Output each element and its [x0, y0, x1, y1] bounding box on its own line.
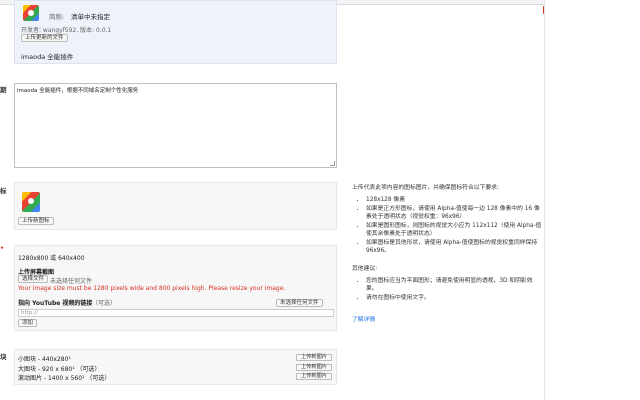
upload-marquee-button[interactable]: 上传新图片: [296, 373, 332, 380]
icon-help-intro: 上传代表此项内容的图标图片，并确保图标符合以下要求:: [352, 185, 499, 191]
tiles-side-label: 块: [0, 353, 7, 361]
tile-row-label: 小图块 - 440x280¹: [18, 356, 71, 363]
store-info-card: 简称: 清单中未指定 开发者: wangyf592, 版本: 0.0.1 上传更…: [14, 0, 337, 64]
list-item: 请勿在图标中使用文字。: [366, 294, 542, 302]
short-name-label: 简称:: [49, 13, 65, 21]
list-item: 如果是正方形图标，请使用 Alpha-值使每一边 128 像素中的 16 像素处…: [366, 205, 542, 221]
no-file-text: 未选择任何文件: [50, 278, 93, 285]
developer-info: 开发者: wangyf592, 版本: 0.0.1: [21, 27, 112, 34]
requirement-list: 128x128 像素 如果是正方形图标，请使用 Alpha-值使每一边 128 …: [352, 196, 542, 255]
upload-icon-button[interactable]: 上传新图标: [18, 217, 54, 225]
icon-side-label: 标: [0, 187, 7, 195]
summary-side-label: 期: [0, 86, 7, 94]
tile-row-label: 滚动图片 - 1400 x 560¹ （可选）: [18, 375, 111, 382]
youtube-label: 指向 YouTube 视频的链接: [18, 300, 93, 307]
add-video-button[interactable]: 添加: [18, 319, 38, 327]
summary-text: imaoda 全能插件，根据不同域名定制个性化服务: [17, 88, 139, 94]
right-blank-area: [544, 0, 640, 400]
upload-update-button[interactable]: 上传更新的文件: [21, 34, 68, 42]
list-item: 如果是圆形图标，则图标的视觉大小应为 112x112（使用 Alpha-值使其余…: [366, 222, 542, 238]
other-suggestions-title: 其他建议:: [352, 266, 378, 272]
suggestion-list: 您的图标应当为平面图形；请避免使用明显的透视、3D 和阴影效果。 请勿在图标中使…: [352, 277, 542, 302]
resize-grip-icon[interactable]: [330, 161, 335, 166]
extension-logo-icon: [23, 5, 39, 21]
youtube-optional: （可选）: [92, 300, 117, 307]
short-name-value: 清单中未指定: [71, 13, 110, 21]
tooltip-no-file: 未选择任何文件: [276, 299, 323, 307]
item-name: imaoda 全能插件: [21, 53, 74, 61]
size-error-message: Your image size must be 1280 pixels wide…: [18, 285, 286, 292]
list-item: 128x128 像素: [366, 196, 542, 204]
icon-panel: [14, 182, 337, 230]
list-item: 您的图标应当为平面图形；请避免使用明显的透视、3D 和阴影效果。: [366, 277, 542, 293]
icon-help-panel: 上传代表此项内容的图标图片，并确保图标符合以下要求: 128x128 像素 如果…: [352, 184, 542, 324]
learn-more-link[interactable]: 了解详情: [352, 317, 375, 323]
summary-textarea[interactable]: imaoda 全能插件，根据不同域名定制个性化服务: [14, 83, 337, 168]
upload-small-tile-button[interactable]: 上传新图片: [296, 354, 332, 361]
youtube-url-input[interactable]: http://: [18, 309, 334, 317]
screenshot-dimensions: 1280x800 或 640x400: [18, 255, 85, 262]
icon-preview-image: [22, 192, 40, 212]
choose-file-button[interactable]: 选择文件: [18, 275, 49, 283]
tile-row-label: 大图块 - 920 x 680¹ （可选）: [18, 366, 101, 373]
upload-large-tile-button[interactable]: 上传新图片: [296, 364, 332, 371]
list-item: 如果图标是其他形状，请使用 Alpha-值使图标的视觉权重同样保持 96x96。: [366, 239, 542, 255]
required-marker: •: [0, 244, 5, 252]
